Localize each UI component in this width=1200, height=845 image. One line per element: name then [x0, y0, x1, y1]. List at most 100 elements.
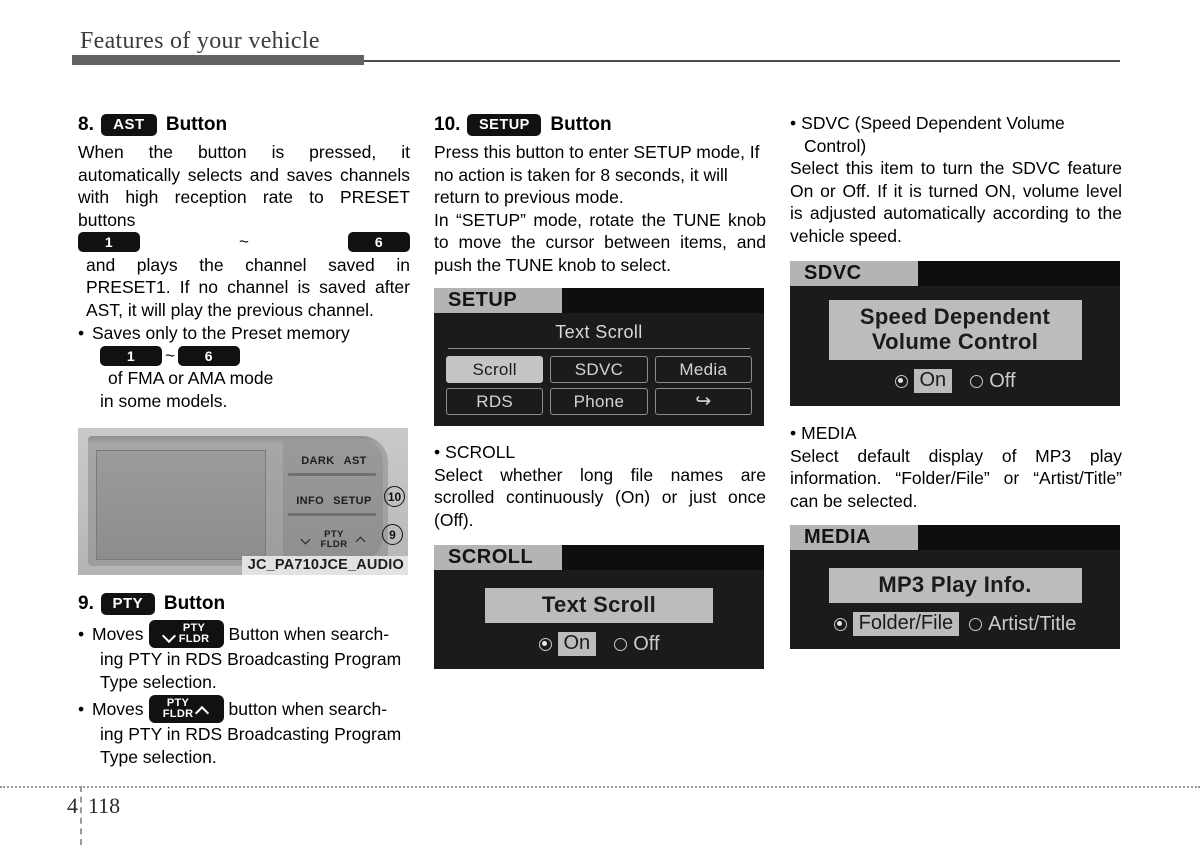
- setup-cell-rds[interactable]: RDS: [446, 388, 544, 415]
- photo-dark-label: DARK: [301, 455, 335, 467]
- scroll-paragraph: Select whether long file names are scrol…: [434, 464, 766, 530]
- scroll-screen: SCROLL Text Scroll On Off: [434, 545, 764, 669]
- media-paragraph: Select default display of MP3 play infor…: [790, 445, 1122, 511]
- sdvc-screen-tab-label: SDVC: [790, 261, 918, 286]
- media-screen-titlebar: MEDIA: [790, 525, 1120, 550]
- sdvc-on-label: On: [913, 369, 953, 393]
- sdvc-off-label: Off: [989, 369, 1016, 392]
- scroll-heading-row: • SCROLL: [434, 441, 766, 464]
- chevron-down-icon: [301, 536, 312, 544]
- section-9-bullet-2-line-3: Type selection.: [100, 746, 217, 767]
- radio-unselected-icon: [970, 374, 984, 388]
- sdvc-screen-body: Speed Dependent Volume Control On Off: [790, 286, 1120, 406]
- scroll-radio-on[interactable]: On: [538, 632, 597, 656]
- section-8-paragraph-1: When the button is pressed, it automatic…: [78, 142, 410, 230]
- section-8-preset-tail: and plays the channel saved in PRESET1. …: [86, 254, 410, 320]
- media-screen-body: MP3 Play Info. Folder/File Artist/Title: [790, 550, 1120, 649]
- media-heading: MEDIA: [801, 423, 857, 443]
- preset-range-tilde: ~: [239, 232, 249, 251]
- chevron-up-icon: [356, 536, 367, 544]
- media-artist-title-label: Artist/Title: [988, 612, 1077, 635]
- media-screen: MEDIA MP3 Play Info. Folder/File Artist/…: [790, 525, 1120, 649]
- bullet-icon: •: [78, 698, 85, 719]
- scroll-screen-body: Text Scroll On Off: [434, 570, 764, 669]
- scroll-screen-titlebar: SCROLL: [434, 545, 764, 570]
- scroll-off-label: Off: [633, 632, 660, 655]
- section-9-bullet-1-line-1: • Moves PTY FLDR Button when search-: [78, 620, 410, 648]
- footer-vertical-divider: [80, 786, 82, 845]
- setup-cell-sdvc[interactable]: SDVC: [550, 356, 648, 383]
- media-screen-tab-label: MEDIA: [790, 525, 918, 550]
- section-8-bullet: • Saves only to the Preset memory: [78, 322, 410, 345]
- setup-screen-grid: Scroll SDVC Media RDS Phone ↩: [442, 356, 756, 417]
- section-9-bullet-1-line-2: ing PTY in RDS Broadcasting Program: [100, 649, 402, 669]
- chevron-down-icon: [163, 630, 176, 639]
- section-8-heading: 8. AST Button: [78, 112, 410, 138]
- sdvc-radio-off[interactable]: Off: [970, 369, 1016, 393]
- section-8-bullet-tail: of FMA or AMA mode: [108, 368, 274, 388]
- media-option-title: MP3 Play Info.: [828, 568, 1082, 603]
- setup-screen-title: Text Scroll: [555, 322, 643, 342]
- section-9-word: Button: [163, 593, 226, 614]
- scroll-radio-off[interactable]: Off: [614, 632, 660, 656]
- footer-divider: [0, 786, 1200, 788]
- footer-chapter-number: 4: [67, 793, 78, 818]
- photo-divider-1: [288, 473, 376, 476]
- bullet-icon: •: [78, 323, 85, 343]
- bullet-preset-tilde: ~: [165, 345, 175, 365]
- scroll-screen-tab-label: SCROLL: [434, 545, 562, 570]
- section-8-word: Button: [165, 114, 228, 135]
- setup-cell-media[interactable]: Media: [654, 356, 752, 383]
- section-8-bullet-preset-line: 1 ~ 6 of FMA or AMA mode: [78, 345, 410, 390]
- setup-cell-phone[interactable]: Phone: [550, 388, 648, 415]
- section-10-number: 10.: [434, 114, 461, 135]
- media-radio-group: Folder/File Artist/Title: [798, 612, 1112, 636]
- section-9-bullet-1-lead: Moves: [92, 623, 144, 644]
- header-rule-thin: [364, 60, 1120, 62]
- photo-button-row-pty-fldr: PTY FLDR: [286, 521, 382, 559]
- photo-setup-label: SETUP: [333, 495, 372, 507]
- radio-unselected-icon: [969, 617, 983, 631]
- section-9-bullet-2-line-2: ing PTY in RDS Broadcasting Program: [100, 724, 402, 744]
- section-10-paragraph-1: Press this button to enter SETUP mode, I…: [434, 142, 760, 207]
- sdvc-radio-group: On Off: [798, 369, 1112, 393]
- photo-caption: JC_PA710JCE_AUDIO: [241, 556, 408, 575]
- scroll-radio-group: On Off: [442, 632, 756, 656]
- section-9-heading: 9. PTY Button: [78, 591, 410, 617]
- section-9-bullet-2-tail: button when search-: [228, 698, 388, 719]
- section-8-number: 8.: [78, 114, 94, 135]
- setup-cell-scroll[interactable]: Scroll: [446, 356, 544, 383]
- preset-6-keycap: 6: [348, 232, 410, 253]
- pty-keycap: PTY: [100, 593, 155, 615]
- section-8-bullet-lead: Saves only to the Preset memory: [92, 323, 350, 343]
- bullet-icon: •: [434, 442, 441, 462]
- radio-unselected-icon: [614, 637, 628, 651]
- page-header: Features of your vehicle: [0, 0, 1200, 70]
- setup-screen-tab-label: SETUP: [434, 288, 562, 313]
- sdvc-radio-on[interactable]: On: [894, 369, 953, 393]
- section-10-paragraph-2: In “SETUP” mode, rotate the TUNE knob to…: [434, 209, 766, 275]
- photo-fldr-label: FLDR: [320, 539, 348, 550]
- section-9-number: 9.: [78, 593, 94, 614]
- keycap-fldr-label: FLDR: [162, 708, 194, 720]
- bullet-preset-6-keycap: 6: [177, 345, 240, 366]
- photo-pty-fldr-stack: PTY FLDR: [321, 530, 348, 550]
- setup-screen: SETUP Text Scroll Scroll SDVC Media RDS …: [434, 288, 764, 426]
- scroll-heading: SCROLL: [445, 442, 516, 462]
- pty-fldr-up-keycap: PTY FLDR: [148, 695, 224, 723]
- media-radio-artist-title[interactable]: Artist/Title: [969, 613, 1076, 636]
- pty-fldr-down-keycap: PTY FLDR: [148, 620, 224, 648]
- scroll-option-title: Text Scroll: [485, 588, 713, 623]
- page-title: Features of your vehicle: [80, 28, 320, 54]
- sdvc-paragraph: Select this item to turn the SDVC featur…: [790, 158, 1122, 246]
- back-arrow-icon: ↩: [695, 391, 712, 412]
- media-radio-folder-file[interactable]: Folder/File: [833, 612, 960, 636]
- media-heading-row: • MEDIA: [790, 422, 1122, 445]
- section-9-bullet-2-lead: Moves: [92, 698, 144, 719]
- setup-cell-back[interactable]: ↩: [654, 388, 752, 415]
- media-folder-file-label: Folder/File: [852, 612, 960, 636]
- photo-info-label: INFO: [296, 495, 325, 507]
- column-two: 10. SETUP Button Press this button to en…: [434, 112, 766, 669]
- setup-keycap: SETUP: [467, 114, 542, 136]
- sdvc-option-title-line-2: Volume Control: [871, 329, 1039, 354]
